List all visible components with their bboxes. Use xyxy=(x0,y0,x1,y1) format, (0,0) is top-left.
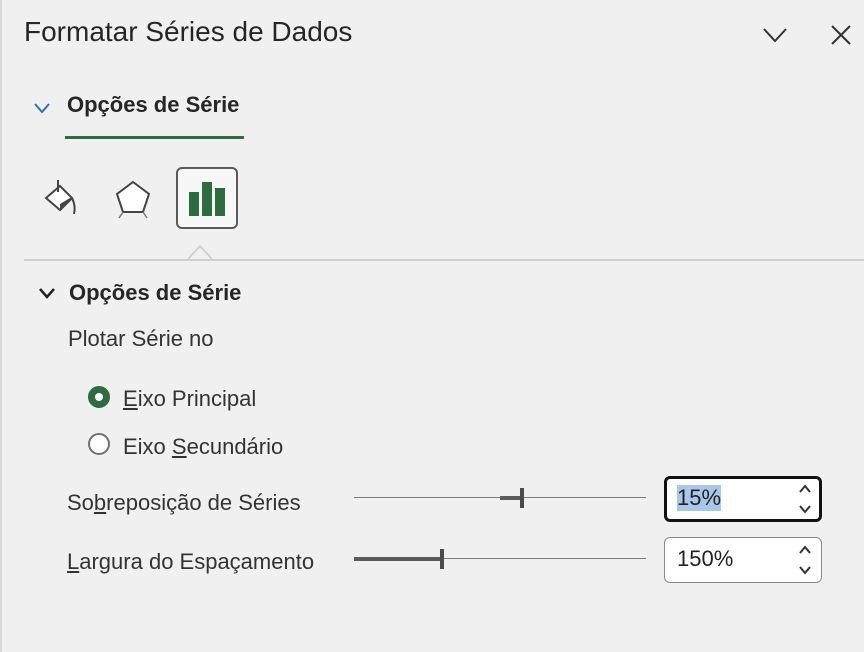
primary-axis-label[interactable]: Eixo Principal xyxy=(123,386,256,412)
series-overlap-label: Sobreposição de Séries xyxy=(67,490,301,515)
chevron-down-icon[interactable] xyxy=(32,98,52,118)
tab-series-options[interactable]: Opções de Série xyxy=(67,92,239,118)
chevron-down-icon xyxy=(763,28,787,43)
close-button[interactable] xyxy=(824,18,858,52)
gap-width-label: Largura do Espaçamento xyxy=(67,549,315,574)
spin-down-icon[interactable] xyxy=(797,562,813,578)
pane-options-button[interactable] xyxy=(758,18,792,52)
fill-line-tab-button[interactable] xyxy=(29,167,91,229)
spin-down-icon[interactable] xyxy=(797,501,813,517)
series-overlap-spinbox[interactable]: 15% xyxy=(664,476,822,522)
primary-axis-radio[interactable] xyxy=(88,386,110,408)
close-icon xyxy=(831,25,851,45)
secondary-axis-label[interactable]: Eixo Secundário xyxy=(123,434,283,460)
tab-active-indicator xyxy=(65,136,244,139)
fill-line-icon xyxy=(44,180,76,215)
pane-title: Formatar Séries de Dados xyxy=(24,16,353,47)
spin-up-icon[interactable] xyxy=(797,481,813,497)
section-title[interactable]: Opções de Série xyxy=(69,280,241,306)
slider-thumb[interactable] xyxy=(519,488,524,508)
series-options-tab-button[interactable] xyxy=(176,167,238,229)
gap-width-slider[interactable] xyxy=(354,547,646,571)
plot-series-on-label: Plotar Série no xyxy=(68,326,214,351)
slider-fill xyxy=(500,496,522,500)
series-overlap-slider[interactable] xyxy=(354,486,646,510)
series-overlap-value[interactable]: 15% xyxy=(677,485,722,511)
effects-tab-button[interactable] xyxy=(102,167,164,229)
chevron-down-icon[interactable] xyxy=(36,282,58,304)
active-tab-caret-icon xyxy=(188,244,212,260)
slider-fill xyxy=(354,557,442,561)
secondary-axis-radio[interactable] xyxy=(88,433,110,455)
format-data-series-pane: Formatar Séries de Dados Opções de Série xyxy=(0,0,864,652)
divider xyxy=(24,259,864,261)
gap-width-spinbox[interactable]: 150% xyxy=(664,537,822,583)
gap-width-value[interactable]: 150% xyxy=(677,546,733,572)
series-options-bar-chart-icon xyxy=(189,182,225,216)
effects-pentagon-icon xyxy=(115,180,151,219)
spin-up-icon[interactable] xyxy=(797,542,813,558)
slider-thumb[interactable] xyxy=(439,549,444,569)
